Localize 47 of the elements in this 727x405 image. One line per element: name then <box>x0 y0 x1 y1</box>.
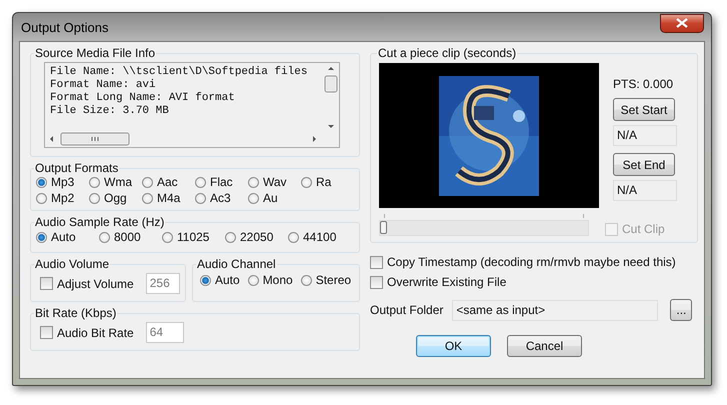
format-radio[interactable]: Wma <box>89 175 132 189</box>
info-line: File Size: 3.70 MB <box>50 105 169 118</box>
format-radio[interactable]: Mp2 <box>36 191 74 205</box>
info-line: Format Name: avi <box>50 79 156 92</box>
dialog-button[interactable]: Cancel <box>507 335 582 357</box>
format-radio[interactable]: Flac <box>195 175 233 189</box>
channel-radio[interactable]: Stereo <box>300 273 352 287</box>
browse-button[interactable]: ... <box>670 299 692 321</box>
group-title: Bit Rate (Kbps) <box>34 306 118 320</box>
sample-rate-radio[interactable]: Auto <box>36 230 76 244</box>
channel-radio[interactable]: Mono <box>248 273 293 287</box>
info-line: File Name: \\tsclient\D\Softpedia files <box>50 66 308 79</box>
set-start-button[interactable]: Set Start <box>613 98 675 121</box>
info-text-area[interactable]: File Name: \\tsclient\D\Softpedia files Format Name: avi Format Long Name: AVI format File Size: 3.70 MB <box>44 62 340 148</box>
group-title: Audio Channel <box>196 257 277 271</box>
end-time-field[interactable]: N/A <box>613 180 677 201</box>
close-button[interactable] <box>660 14 704 32</box>
start-time-field[interactable]: N/A <box>613 125 677 146</box>
option-checkbox[interactable]: Copy Timestamp (decoding rm/rmvb maybe need this) <box>370 255 676 269</box>
group-title: Audio Sample Rate (Hz) <box>34 215 166 229</box>
sample-rate-radio[interactable]: 8000 <box>99 230 141 244</box>
option-checkbox[interactable]: Overwrite Existing File <box>370 275 506 289</box>
window-title: Output Options <box>21 20 108 34</box>
format-radio[interactable]: Ogg <box>89 191 127 205</box>
output-folder-label: Output Folder <box>370 303 444 317</box>
pts-label: PTS: 0.000 <box>613 77 674 91</box>
channel-radio[interactable]: Auto <box>200 273 240 287</box>
format-radio[interactable]: Aac <box>142 175 178 189</box>
close-icon <box>676 18 688 28</box>
group-title: Output Formats <box>34 161 120 175</box>
info-line: Format Long Name: AVI format <box>50 92 235 105</box>
sample-rate-radio[interactable]: 11025 <box>162 230 210 244</box>
dialog-button[interactable]: OK <box>416 335 491 357</box>
format-radio[interactable]: Au <box>248 191 278 205</box>
format-radio[interactable]: M4a <box>142 191 180 205</box>
format-radio[interactable]: Mp3 <box>36 175 74 189</box>
position-slider[interactable] <box>379 214 589 236</box>
format-radio[interactable]: Ac3 <box>195 191 231 205</box>
format-radio[interactable]: Ra <box>301 175 332 189</box>
sample-rate-radio[interactable]: 44100 <box>288 230 336 244</box>
group-title: Source Media File Info <box>34 46 156 60</box>
group-title: Audio Volume <box>34 257 110 271</box>
set-end-button[interactable]: Set End <box>613 153 675 176</box>
output-folder-field[interactable]: <same as input> <box>452 300 658 320</box>
group-title: Cut a piece clip (seconds) <box>377 46 518 60</box>
sample-rate-radio[interactable]: 22050 <box>225 230 274 244</box>
format-radio[interactable]: Wav <box>248 175 287 189</box>
